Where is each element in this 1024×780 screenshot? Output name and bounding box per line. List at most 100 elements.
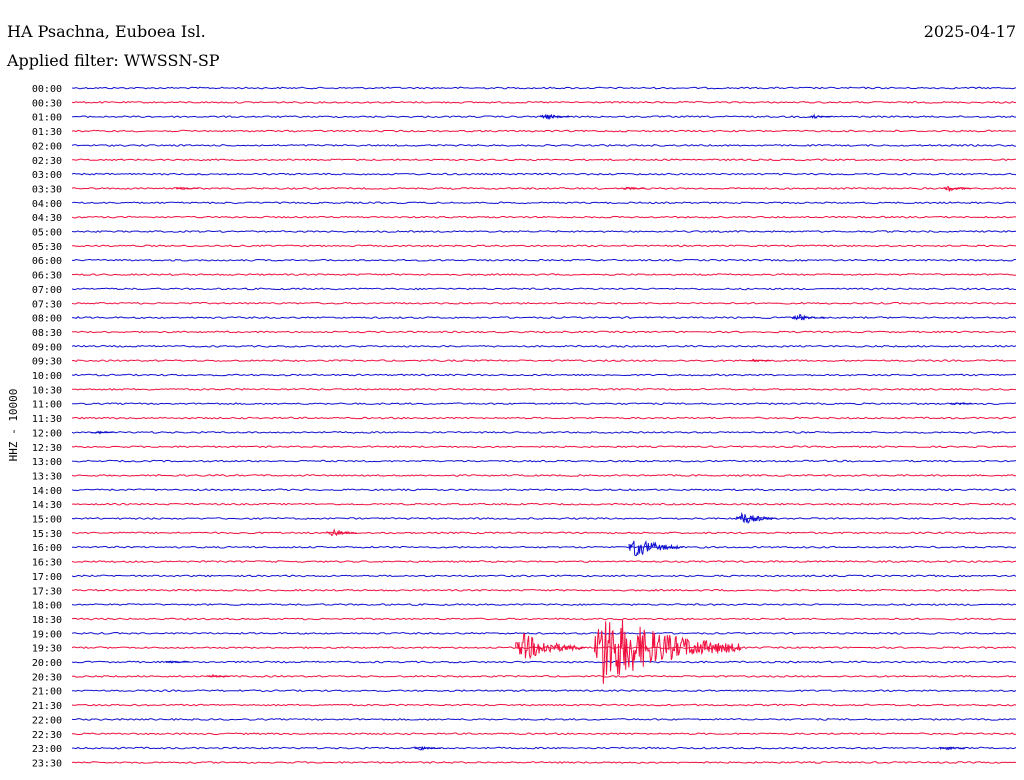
row-time-label: 22:30 [32,730,62,741]
row-time-label: 12:00 [32,428,62,439]
row-time-label: 11:00 [32,400,62,411]
row-time-label: 21:00 [32,687,62,698]
row-time-label: 07:00 [32,285,62,296]
trace-line [71,660,1017,664]
row-time-label: 20:30 [32,672,62,683]
row-time-label: 09:30 [32,357,62,368]
trace-line [71,316,1017,320]
trace-line [71,273,1017,276]
row-time-label: 15:30 [32,529,62,540]
trace-line [71,230,1017,233]
row-time-label: 01:30 [32,127,62,138]
trace-line [71,545,1017,549]
row-time-label: 08:00 [32,314,62,325]
row-time-label: 04:30 [32,213,62,224]
row-time-label: 10:00 [32,371,62,382]
trace-line [71,143,1017,147]
trace-line [71,631,1017,635]
seismic-event [414,745,441,751]
trace-line [71,431,1017,434]
row-time-label: 09:00 [32,342,62,353]
trace-line [72,244,1017,248]
trace-line [72,689,1017,693]
seismic-event [594,619,742,684]
row-time-label: 18:00 [32,601,62,612]
trace-line [71,474,1016,477]
trace-rows: 00:00 00:30 01:00 01:30 02:00 02:30 03:00 03:30… [32,84,1017,769]
row-time-label: 05:30 [32,242,62,253]
row-time-label: 06:30 [32,271,62,282]
seismic-event [515,633,585,660]
trace-line [71,301,1017,305]
trace-line [71,459,1017,463]
row-time-label: 10:30 [32,385,62,396]
row-time-label: 11:30 [32,414,62,425]
trace-line [71,129,1017,133]
trace-line [71,344,1017,348]
row-time-label: 05:00 [32,228,62,239]
row-time-label: 01:00 [32,113,62,124]
row-time-label: 20:00 [32,658,62,669]
trace-line [72,746,1017,750]
row-time-label: 14:00 [32,486,62,497]
row-time-label: 17:30 [32,586,62,597]
trace-line [71,416,1016,420]
trace-line [71,732,1017,736]
row-time-label: 15:00 [32,515,62,526]
row-time-label: 23:30 [32,758,62,769]
seismic-event [808,113,832,119]
trace-line [71,603,1017,607]
trace-line [71,574,1017,578]
trace-line [71,488,1017,492]
row-time-label: 07:30 [32,299,62,310]
row-time-label: 16:00 [32,543,62,554]
trace-line [71,258,1017,262]
trace-line [71,330,1017,334]
station-title: HA Psachna, Euboea Isl. [7,22,206,41]
row-time-label: 03:30 [32,184,62,195]
row-time-label: 23:00 [32,744,62,755]
trace-line [71,517,1017,520]
trace-line [71,617,1017,621]
row-time-label: 00:30 [32,98,62,109]
trace-line [71,373,1017,377]
seismogram-plot: HA Psachna, Euboea Isl. 2025-04-17 Appli… [6,22,1017,769]
row-time-label: 18:30 [32,615,62,626]
row-time-label: 00:00 [32,84,62,95]
date-label: 2025-04-17 [924,22,1016,41]
trace-line [71,531,1017,535]
row-time-label: 12:30 [32,443,62,454]
trace-line [71,560,1017,563]
trace-line [71,215,1016,219]
trace-line [71,359,1017,363]
trace-line [71,201,1017,205]
trace-line [71,445,1017,449]
row-time-label: 19:30 [32,644,62,655]
trace-line [71,387,1017,391]
trace-line [71,761,1017,764]
trace-line [71,402,1017,406]
row-time-label: 17:00 [32,572,62,583]
channel-axis-label: HHZ - 10000 [7,389,20,462]
row-time-label: 22:00 [32,715,62,726]
trace-line [71,287,1017,291]
trace-line [71,86,1017,90]
row-time-label: 02:00 [32,141,62,152]
seismic-event [628,540,683,557]
row-time-label: 06:00 [32,256,62,267]
row-time-label: 13:00 [32,457,62,468]
trace-line [71,703,1017,707]
row-time-label: 21:30 [32,701,62,712]
row-time-label: 19:00 [32,629,62,640]
row-time-label: 13:30 [32,471,62,482]
row-time-label: 04:00 [32,199,62,210]
trace-line [72,158,1017,162]
row-time-label: 03:00 [32,170,62,181]
row-time-label: 08:30 [32,328,62,339]
row-time-label: 02:30 [32,156,62,167]
trace-line [71,187,1017,190]
row-time-label: 14:30 [32,500,62,511]
trace-line [71,100,1017,104]
trace-line [71,717,1017,721]
trace-line [71,172,1017,176]
